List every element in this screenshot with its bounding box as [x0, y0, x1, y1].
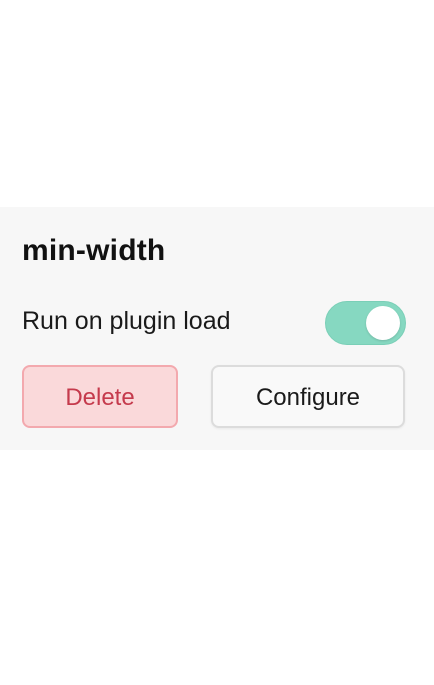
toggle-knob [366, 306, 400, 340]
run-on-load-toggle[interactable] [325, 301, 406, 345]
configure-button[interactable]: Configure [211, 365, 405, 428]
delete-button[interactable]: Delete [22, 365, 178, 428]
run-on-load-label: Run on plugin load [22, 307, 231, 335]
plugin-title: min-width [22, 234, 166, 267]
plugin-panel: min-width Run on plugin load Delete Conf… [0, 207, 434, 450]
run-on-load-row: Run on plugin load [22, 301, 406, 345]
page: min-width Run on plugin load Delete Conf… [0, 0, 434, 685]
